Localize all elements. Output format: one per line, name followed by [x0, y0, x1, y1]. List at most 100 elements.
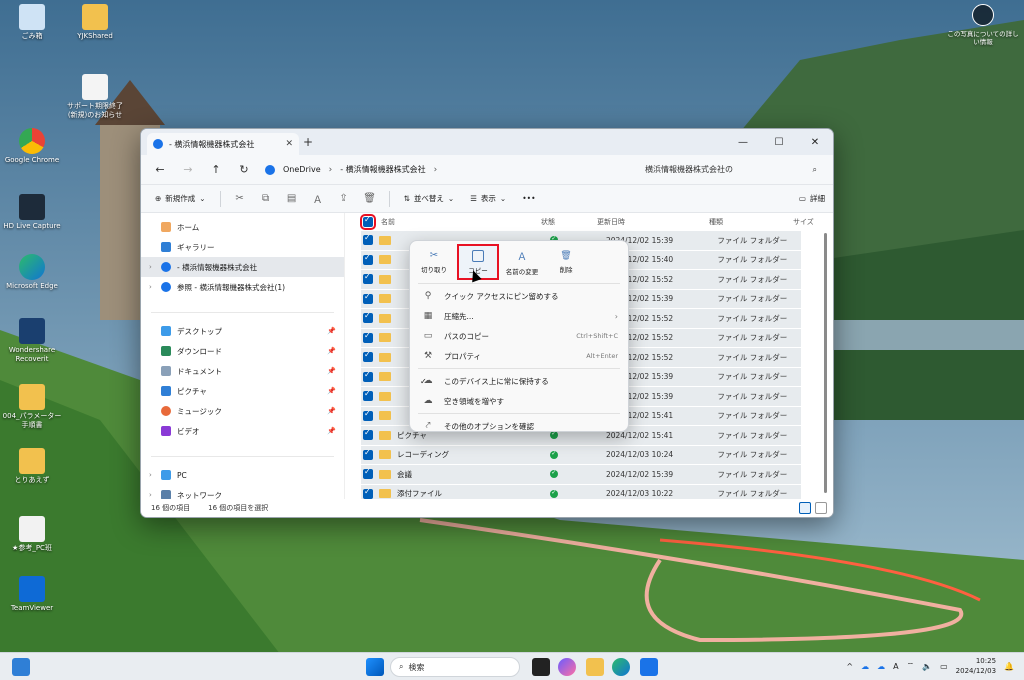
- row-checkbox[interactable]: [363, 448, 373, 460]
- row-checkbox[interactable]: [363, 272, 373, 285]
- nav-item-music[interactable]: ミュージック 📌: [141, 401, 344, 421]
- view-button[interactable]: ☰ 表示 ⌄: [464, 188, 512, 210]
- new-button[interactable]: ⊕ 新規作成 ⌄: [149, 188, 212, 210]
- nav-item-onedrive-shared[interactable]: › 参照 - 横浜情報機器株式会社(1): [141, 277, 344, 297]
- row-checkbox[interactable]: [363, 428, 373, 441]
- desktop-icon-pc-team[interactable]: ★参考_PC班: [1, 516, 63, 553]
- desktop-icon-hd-live-capture[interactable]: HD Live Capture: [1, 194, 63, 231]
- column-type[interactable]: 種類: [709, 217, 793, 227]
- volume-icon[interactable]: 🔈: [922, 662, 932, 671]
- column-name[interactable]: 名前: [381, 217, 541, 227]
- taskbar-search[interactable]: ⌕ 検索: [390, 657, 520, 677]
- tab-close-icon[interactable]: ✕: [285, 139, 293, 149]
- store-icon[interactable]: [640, 658, 658, 676]
- delete-action[interactable]: 🗑 削除: [546, 245, 586, 279]
- breadcrumb[interactable]: OneDrive › - 横浜情報機器株式会社 ›: [261, 159, 631, 181]
- table-row[interactable]: 会議 2024/12/02 15:39 ファイル フォルダー: [361, 465, 801, 485]
- nav-item-videos[interactable]: ビデオ 📌: [141, 421, 344, 441]
- nav-item-gallery[interactable]: ギャラリー: [141, 237, 344, 257]
- menu-item-free-space[interactable]: ☁ 空き領域を増やす: [410, 391, 628, 411]
- vertical-scrollbar[interactable]: [824, 233, 827, 493]
- close-button[interactable]: ✕: [797, 129, 833, 155]
- start-button[interactable]: [366, 658, 384, 676]
- row-checkbox[interactable]: [363, 409, 373, 421]
- nav-item-desktop[interactable]: デスクトップ 📌: [141, 321, 344, 341]
- desktop-icon-edge[interactable]: Microsoft Edge: [1, 254, 63, 291]
- chevron-up-icon[interactable]: ^: [846, 662, 853, 671]
- menu-item-copy-path[interactable]: ▭ パスのコピー Ctrl+Shift+C: [410, 326, 628, 346]
- desktop-icon-recycle-bin[interactable]: ごみ箱: [1, 4, 63, 41]
- column-status[interactable]: 状態: [541, 217, 597, 227]
- new-tab-button[interactable]: +: [303, 135, 313, 149]
- crumb-onedrive[interactable]: OneDrive: [283, 165, 321, 174]
- nav-item-pictures[interactable]: ピクチャ 📌: [141, 381, 344, 401]
- desktop-icon-yjkshared[interactable]: YJKShared: [64, 4, 126, 41]
- desktop-icon-teamviewer[interactable]: TeamViewer: [1, 576, 63, 613]
- row-checkbox[interactable]: [363, 350, 373, 363]
- desktop-icon-chrome[interactable]: Google Chrome: [1, 128, 63, 165]
- row-checkbox[interactable]: [363, 311, 373, 324]
- onedrive-icon[interactable]: ☁: [861, 662, 869, 671]
- column-date[interactable]: 更新日時: [597, 217, 709, 227]
- column-size[interactable]: サイズ: [793, 217, 833, 227]
- ime-icon[interactable]: A: [893, 662, 898, 671]
- cut-icon[interactable]: ✂: [229, 188, 251, 210]
- sort-button[interactable]: ⇅ 並べ替え ⌄: [398, 188, 461, 210]
- more-button[interactable]: •••: [516, 188, 541, 210]
- row-checkbox[interactable]: [363, 331, 373, 343]
- rename-icon[interactable]: Ａ: [307, 188, 329, 210]
- row-checkbox[interactable]: [363, 389, 373, 402]
- row-checkbox[interactable]: [363, 292, 373, 304]
- up-button[interactable]: ↑: [205, 159, 227, 181]
- copy-icon[interactable]: ⧉: [255, 188, 277, 210]
- desktop-icon-recoverit[interactable]: Wondershare Recoverit: [1, 318, 63, 364]
- details-view-button[interactable]: [799, 502, 811, 514]
- search-input[interactable]: 横浜情報機器株式会社の ⌕: [637, 159, 825, 181]
- rename-action[interactable]: Ａ 名前の変更: [502, 245, 542, 279]
- nav-item-downloads[interactable]: ダウンロード 📌: [141, 341, 344, 361]
- tiles-view-button[interactable]: [815, 502, 827, 514]
- desktop-icon-parameter-doc[interactable]: 004_パラメーター手順書: [1, 384, 63, 430]
- refresh-button[interactable]: ↻: [233, 159, 255, 181]
- row-checkbox[interactable]: [363, 487, 373, 499]
- nav-item-home[interactable]: ホーム: [141, 217, 344, 237]
- widgets-icon[interactable]: [12, 658, 30, 676]
- nav-item-documents[interactable]: ドキュメント 📌: [141, 361, 344, 381]
- battery-icon[interactable]: ▭: [940, 662, 948, 671]
- cut-action[interactable]: ✂ 切り取り: [414, 245, 454, 279]
- notification-icon[interactable]: 🔔: [1004, 662, 1014, 671]
- task-view-icon[interactable]: [532, 658, 550, 676]
- onedrive-icon[interactable]: ☁: [877, 662, 885, 671]
- desktop-icon-support-notice[interactable]: サポート期限終了(新規)のお知らせ: [64, 74, 126, 120]
- menu-item-keep-on-device[interactable]: ✓ ☁ このデバイス上に常に保持する: [410, 371, 628, 391]
- row-checkbox[interactable]: [363, 467, 373, 480]
- clock[interactable]: 10:25 2024/12/03: [956, 656, 996, 676]
- select-all-checkbox[interactable]: [360, 214, 376, 230]
- copilot-icon[interactable]: [558, 658, 576, 676]
- row-checkbox[interactable]: [363, 370, 373, 382]
- maximize-button[interactable]: ☐: [761, 129, 797, 155]
- crumb-organization[interactable]: - 横浜情報機器株式会社: [340, 164, 425, 175]
- share-icon[interactable]: ⇪: [333, 188, 355, 210]
- nav-item-onedrive-org[interactable]: › - 横浜情報機器株式会社: [141, 257, 344, 277]
- menu-item-more-options[interactable]: ⤤ その他のオプションを確認: [410, 416, 628, 436]
- details-button[interactable]: 詳細: [810, 193, 825, 204]
- photo-info-widget[interactable]: この写真についての詳しい情報: [946, 4, 1020, 46]
- menu-item-pin-quick-access[interactable]: ⚲ クイック アクセスにピン留めする: [410, 286, 628, 306]
- row-checkbox[interactable]: [363, 233, 373, 246]
- minimize-button[interactable]: —: [725, 129, 761, 155]
- menu-item-compress[interactable]: ▦ 圧縮先... ›: [410, 306, 628, 326]
- row-checkbox[interactable]: [363, 253, 373, 265]
- explorer-tab[interactable]: - 横浜情報機器株式会社 ✕: [147, 133, 299, 155]
- desktop-icon-toriaezu[interactable]: とりあえず: [1, 448, 63, 485]
- delete-icon[interactable]: 🗑: [359, 188, 381, 210]
- edge-icon[interactable]: [612, 658, 630, 676]
- file-explorer-icon[interactable]: [586, 658, 604, 676]
- forward-button[interactable]: →: [177, 159, 199, 181]
- menu-item-properties[interactable]: ⚒ プロパティ Alt+Enter: [410, 346, 628, 366]
- wifi-icon[interactable]: ⌔: [907, 661, 915, 671]
- back-button[interactable]: ←: [149, 159, 171, 181]
- table-row[interactable]: レコーディング 2024/12/03 10:24 ファイル フォルダー: [361, 445, 801, 465]
- nav-item-pc[interactable]: › PC: [141, 465, 344, 485]
- paste-icon[interactable]: ▤: [281, 188, 303, 210]
